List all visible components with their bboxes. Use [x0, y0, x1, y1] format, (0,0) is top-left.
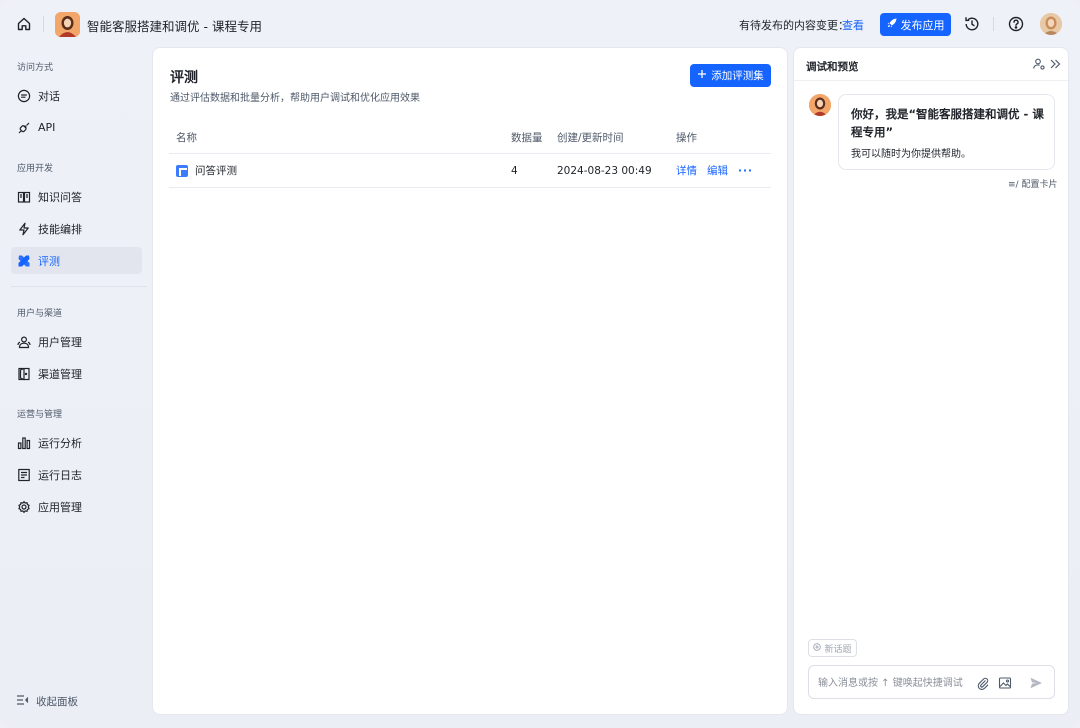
home-icon[interactable] — [14, 14, 34, 34]
greeting-subtitle: 我可以随时为你提供帮助。 — [851, 149, 971, 160]
details-link[interactable]: 详情 — [676, 163, 697, 178]
api-icon — [17, 121, 31, 135]
sidebar-item-label: 运行分析 — [38, 436, 82, 450]
column-header-actions: 操作 — [676, 132, 697, 144]
evaluation-table: 名称 数据量 创建/更新时间 操作 问答评测 4 2024-08-23 00:4… — [169, 122, 771, 188]
more-actions-button[interactable]: ··· — [738, 165, 753, 177]
preview-title: 调试和预览 — [806, 61, 859, 73]
sidebar-divider — [11, 286, 147, 287]
sidebar-item-skills[interactable]: 技能编排 — [11, 215, 142, 242]
page-description: 通过评估数据和批量分析，帮助用户调试和优化应用效果 — [170, 93, 420, 104]
add-evaluation-set-button[interactable]: 添加评测集 — [690, 64, 771, 87]
new-topic-button[interactable]: 新话题 — [808, 639, 857, 657]
channel-icon — [17, 367, 31, 381]
row-actions: 详情 编辑 ··· — [676, 154, 753, 187]
rocket-icon — [887, 18, 897, 31]
message-input[interactable] — [818, 675, 978, 691]
row-name: 问答评测 — [195, 165, 237, 177]
user-avatar[interactable] — [1040, 13, 1062, 35]
greeting-title: 你好，我是“智能客服搭建和调优 - 课程专用” — [851, 107, 1044, 139]
sidebar-item-evaluation[interactable]: 评测 — [11, 247, 142, 274]
greeting-message: 你好，我是“智能客服搭建和调优 - 课程专用” 我可以随时为你提供帮助。 — [838, 94, 1055, 170]
user-settings-icon[interactable] — [1032, 57, 1046, 71]
top-bar: 智能客服搭建和调优 - 课程专用 有待发布的内容变更： 查看 发布应用 — [0, 0, 1080, 48]
config-card-button[interactable]: ≡/ 配置卡片 — [1008, 177, 1057, 190]
column-header-count: 数据量 — [511, 132, 543, 144]
sidebar-item-run-analysis[interactable]: 运行分析 — [11, 429, 142, 456]
collapse-panel-button[interactable]: 收起面板 — [16, 694, 78, 709]
sidebar-item-knowledge-qa[interactable]: 知识问答 — [11, 183, 142, 210]
evaluation-icon — [17, 254, 31, 268]
page-title: 评测 — [170, 70, 198, 86]
new-topic-icon — [813, 642, 822, 654]
section-title-access: 访问方式 — [17, 63, 54, 73]
config-card-icon: ≡/ — [1008, 180, 1019, 190]
lightning-icon — [17, 222, 31, 236]
row-name-cell: 问答评测 — [176, 154, 237, 187]
chat-icon — [17, 89, 31, 103]
sidebar-item-label: 技能编排 — [38, 222, 82, 236]
book-icon — [17, 190, 31, 204]
row-count: 4 — [511, 164, 518, 177]
app-avatar — [55, 12, 80, 37]
edit-link[interactable]: 编辑 — [707, 163, 728, 178]
users-icon — [17, 335, 31, 349]
debug-preview-panel: 调试和预览 你好，我是“智能客服搭建和调优 - 课程专用” 我可以随时为你提供帮… — [793, 47, 1069, 715]
history-icon[interactable] — [963, 15, 981, 33]
sidebar-item-label: 渠道管理 — [38, 367, 82, 381]
view-changes-link[interactable]: 查看 — [842, 17, 864, 33]
message-input-box — [808, 665, 1055, 699]
config-card-label: 配置卡片 — [1021, 180, 1058, 190]
column-header-time: 创建/更新时间 — [557, 132, 624, 144]
divider — [993, 17, 994, 31]
sidebar: 访问方式 对话 API 应用开发 知识问答 技能编排 评测 用户与渠道 用户管理… — [0, 48, 150, 728]
sidebar-item-api[interactable]: API — [11, 114, 142, 141]
attachment-icon[interactable] — [976, 676, 990, 690]
sidebar-item-label: 运行日志 — [38, 468, 82, 482]
log-icon — [17, 468, 31, 482]
section-title-users: 用户与渠道 — [17, 309, 63, 319]
collapse-label: 收起面板 — [36, 696, 78, 708]
sidebar-item-label: API — [38, 121, 56, 134]
pending-changes-text: 有待发布的内容变更： — [739, 19, 849, 32]
help-icon[interactable] — [1007, 15, 1025, 33]
sidebar-item-label: 对话 — [38, 89, 60, 103]
collapse-icon — [16, 694, 29, 709]
section-title-ops: 运营与管理 — [17, 410, 63, 420]
new-topic-label: 新话题 — [824, 644, 852, 655]
plus-icon — [697, 69, 707, 82]
document-icon — [176, 164, 188, 177]
sidebar-item-user-management[interactable]: 用户管理 — [11, 328, 142, 355]
sidebar-item-label: 用户管理 — [38, 335, 82, 349]
table-header: 名称 数据量 创建/更新时间 操作 — [169, 122, 771, 154]
sidebar-item-app-management[interactable]: 应用管理 — [11, 493, 142, 520]
bot-avatar — [809, 94, 831, 116]
app-title: 智能客服搭建和调优 - 课程专用 — [87, 19, 262, 34]
preview-header: 调试和预览 — [794, 48, 1068, 81]
sidebar-item-chat[interactable]: 对话 — [11, 82, 142, 109]
table-row: 问答评测 4 2024-08-23 00:49 详情 编辑 ··· — [169, 154, 771, 188]
send-icon[interactable] — [1029, 676, 1043, 690]
app-window: 智能客服搭建和调优 - 课程专用 有待发布的内容变更： 查看 发布应用 访问方式… — [0, 0, 1080, 728]
gear-icon — [17, 500, 31, 514]
sidebar-item-channel-management[interactable]: 渠道管理 — [11, 360, 142, 387]
evaluation-panel: 评测 通过评估数据和批量分析，帮助用户调试和优化应用效果 添加评测集 名称 数据… — [152, 47, 788, 715]
sidebar-item-run-logs[interactable]: 运行日志 — [11, 461, 142, 488]
publish-label: 发布应用 — [900, 18, 945, 32]
bar-chart-icon — [17, 436, 31, 450]
add-button-label: 添加评测集 — [711, 70, 764, 82]
publish-app-button[interactable]: 发布应用 — [880, 13, 951, 36]
section-title-dev: 应用开发 — [17, 164, 54, 174]
sidebar-item-label: 评测 — [38, 254, 60, 268]
sidebar-item-label: 应用管理 — [38, 500, 82, 514]
column-header-name: 名称 — [176, 132, 197, 144]
sidebar-item-label: 知识问答 — [38, 190, 82, 204]
row-time: 2024-08-23 00:49 — [557, 164, 652, 177]
image-icon[interactable] — [998, 676, 1012, 690]
double-chevron-right-icon[interactable] — [1048, 57, 1062, 71]
divider — [43, 16, 44, 32]
